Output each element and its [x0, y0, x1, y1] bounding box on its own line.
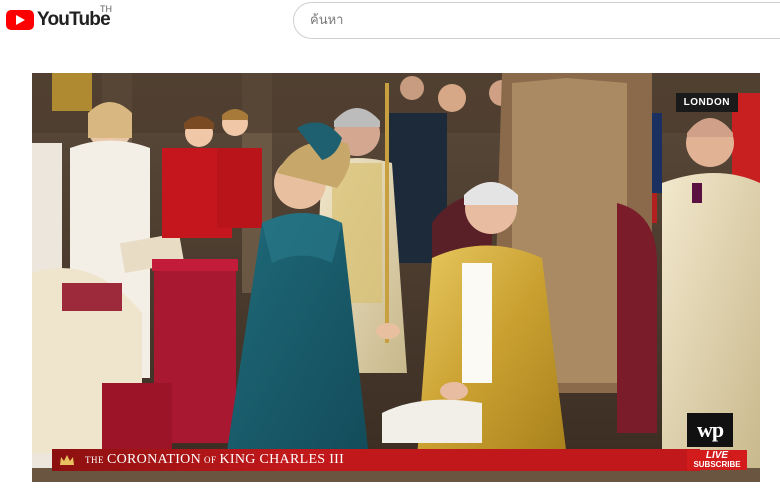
search-input[interactable] — [293, 2, 780, 39]
banner-word-the: THE — [85, 455, 104, 465]
washington-post-logo: wp — [687, 413, 733, 447]
crown-crest-icon — [58, 452, 76, 468]
video-player[interactable]: LONDON THE CORONATION OF KING CHARLES II… — [32, 73, 760, 482]
live-label: LIVE — [705, 450, 729, 461]
banner-word-of: OF — [204, 455, 217, 465]
live-subscribe-badge[interactable]: LIVE SUBSCRIBE — [687, 450, 747, 470]
region-code: TH — [100, 4, 112, 14]
location-badge: LONDON — [675, 93, 738, 112]
youtube-play-icon — [6, 10, 34, 30]
video-frame — [32, 73, 760, 482]
banner-word-king: KING CHARLES III — [219, 452, 345, 467]
subscribe-label: SUBSCRIBE — [693, 460, 741, 469]
banner-word-coronation: CORONATION — [107, 452, 201, 467]
broadcast-title-banner: THE CORONATION OF KING CHARLES III — [52, 449, 700, 471]
youtube-logo[interactable]: YouTube — [6, 8, 111, 32]
masthead: YouTube TH — [0, 0, 780, 44]
logo-wordmark: YouTube — [37, 9, 111, 30]
